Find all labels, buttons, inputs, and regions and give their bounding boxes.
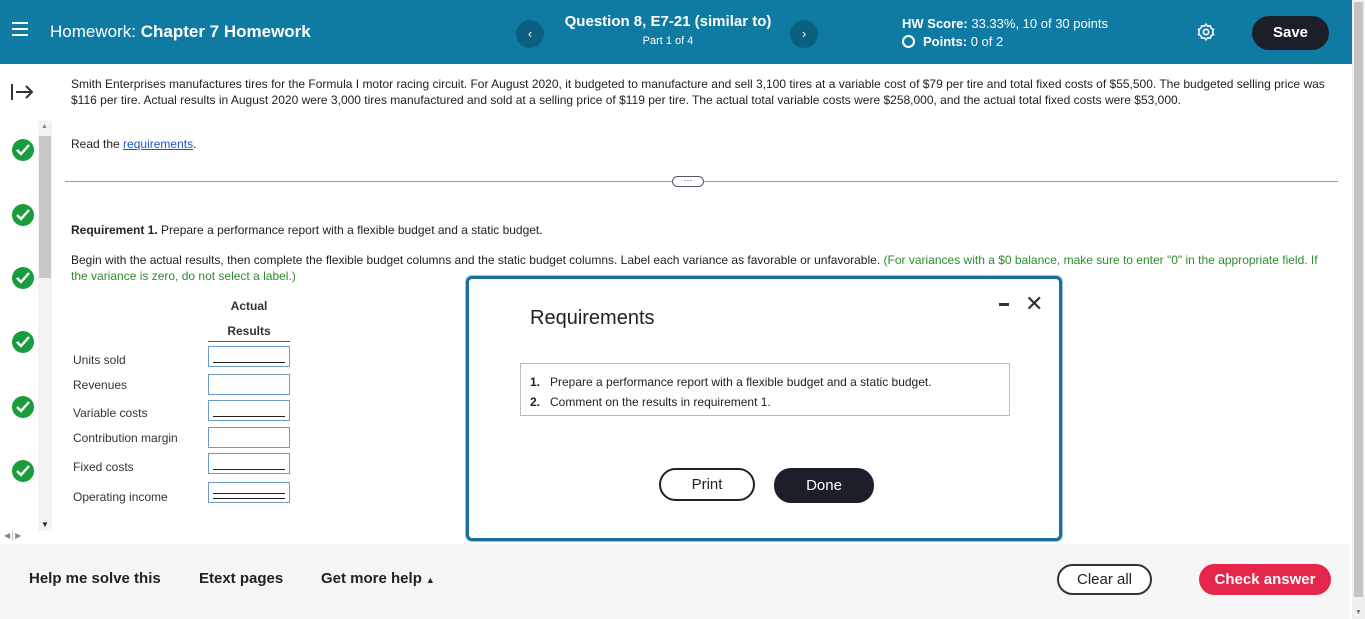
clear-all-button[interactable]: Clear all: [1057, 564, 1152, 595]
get-more-help-label: Get more help: [321, 570, 422, 587]
list-item: 1. Prepare a performance report with a fl…: [530, 372, 1009, 392]
dialog-title: Requirements: [530, 307, 655, 329]
page-scrollbar[interactable]: ▼: [1352, 0, 1365, 619]
expand-more-icon[interactable]: ···: [672, 176, 704, 187]
expand-panel-icon[interactable]: [10, 82, 36, 102]
scroll-up-arrow-icon[interactable]: ▲: [41, 123, 48, 130]
settings-gear-icon[interactable]: [1196, 22, 1216, 42]
scroll-down-arrow-icon[interactable]: ▼: [1355, 609, 1362, 616]
requirements-list: 1. Prepare a performance report with a fl…: [520, 363, 1010, 416]
requirements-link[interactable]: requirements: [123, 137, 193, 151]
list-item: 2. Comment on the results in requirement …: [530, 392, 1009, 412]
minimize-icon[interactable]: [999, 303, 1009, 306]
page-scroll-thumb[interactable]: [1354, 2, 1363, 597]
previous-question-button[interactable]: ‹: [516, 20, 544, 48]
menu-icon[interactable]: [12, 22, 28, 36]
read-requirements-prefix: Read the: [71, 137, 120, 151]
caret-up-icon: ▲: [425, 575, 435, 585]
column-header-results: Results: [227, 324, 271, 338]
completed-question-check-icon[interactable]: [12, 460, 34, 482]
completed-question-check-icon[interactable]: [12, 139, 34, 161]
save-button[interactable]: Save: [1252, 16, 1329, 50]
help-me-solve-button[interactable]: Help me solve this: [29, 570, 161, 587]
homework-title-prefix: Homework:: [50, 22, 136, 41]
row-label-contribution-margin: Contribution margin: [73, 431, 178, 445]
completed-question-check-icon[interactable]: [12, 331, 34, 353]
points-value: 0 of 2: [970, 34, 1004, 49]
requirements-dialog: Requirements ✕ 1. Prepare a performance r…: [466, 276, 1062, 541]
requirement-label: Requirement 1.: [71, 223, 158, 237]
row-label-fixed-costs: Fixed costs: [73, 460, 134, 474]
fixed-costs-input[interactable]: [208, 453, 290, 474]
question-rail: ▲ ▼ ◀│▶: [0, 64, 55, 544]
hw-score-value: 33.33%, 10 of 30 points: [971, 16, 1108, 31]
check-answer-button[interactable]: Check answer: [1199, 564, 1331, 595]
get-more-help-button[interactable]: Get more help ▲: [321, 570, 435, 587]
list-item-text: Comment on the results in requirement 1.: [550, 395, 771, 409]
row-label-revenues: Revenues: [73, 378, 128, 392]
question-header: Question 8, E7-21 (similar to) Part 1 of…: [548, 13, 788, 47]
done-button[interactable]: Done: [774, 468, 874, 503]
etext-pages-button[interactable]: Etext pages: [199, 570, 283, 587]
problem-statement: Smith Enterprises manufactures tires for…: [71, 77, 1325, 107]
top-bar: Homework: Chapter 7 Homework ‹ Question …: [0, 0, 1352, 64]
homework-title: Homework: Chapter 7 Homework: [50, 22, 311, 42]
question-part: Part 1 of 4: [642, 35, 694, 47]
revenues-input[interactable]: [208, 374, 290, 395]
question-title: Question 8, E7-21 (similar to): [564, 13, 772, 30]
chevron-right-icon: ›: [801, 26, 807, 41]
instruction-text: Begin with the actual results, then comp…: [71, 253, 881, 267]
requirement-text: Prepare a performance report with a flex…: [157, 223, 543, 237]
score-panel: HW Score: 33.33%, 10 of 30 points Points…: [902, 16, 1108, 49]
scroll-down-arrow-icon[interactable]: ▼: [41, 520, 49, 529]
column-header-underline: [208, 341, 290, 342]
print-button[interactable]: Print: [659, 468, 755, 501]
completed-question-check-icon[interactable]: [12, 267, 34, 289]
contribution-margin-input[interactable]: [208, 427, 290, 448]
units-sold-input[interactable]: [208, 346, 290, 367]
completed-question-check-icon[interactable]: [12, 204, 34, 226]
operating-income-input[interactable]: [208, 482, 290, 503]
rail-scroll-thumb[interactable]: [39, 136, 51, 278]
close-icon[interactable]: ✕: [1025, 293, 1043, 315]
read-requirements-suffix: .: [193, 137, 197, 151]
list-item-text: Prepare a performance report with a flex…: [550, 375, 932, 389]
hw-score-label: HW Score:: [902, 16, 968, 31]
horizontal-scroll-arrows-icon[interactable]: ◀│▶: [4, 531, 44, 541]
chevron-left-icon: ‹: [527, 26, 533, 41]
row-label-units-sold: Units sold: [73, 353, 126, 367]
requirement-heading: Requirement 1. Prepare a performance rep…: [71, 223, 543, 237]
list-item-number: 1.: [530, 375, 541, 389]
bottom-toolbar: Help me solve this Etext pages Get more …: [0, 544, 1350, 619]
read-requirements: Read the requirements.: [71, 137, 196, 151]
row-label-variable-costs: Variable costs: [73, 406, 148, 420]
points-status-icon: [902, 35, 915, 48]
completed-question-check-icon[interactable]: [12, 396, 34, 418]
next-question-button[interactable]: ›: [790, 20, 818, 48]
row-label-operating-income: Operating income: [73, 490, 168, 504]
variable-costs-input[interactable]: [208, 400, 290, 421]
points-label: Points:: [923, 34, 968, 49]
rail-scrollbar[interactable]: ▲ ▼: [38, 121, 52, 531]
column-header-actual: Actual: [230, 299, 268, 313]
homework-title-name: Chapter 7 Homework: [140, 22, 311, 41]
list-item-number: 2.: [530, 395, 541, 409]
